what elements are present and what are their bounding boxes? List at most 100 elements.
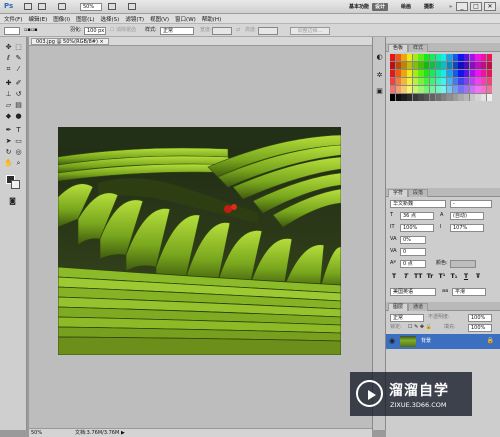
color-swatch[interactable] (407, 93, 413, 101)
color-swatch[interactable] (446, 93, 453, 101)
color-swatch[interactable] (424, 69, 430, 78)
feather-input[interactable]: 100 px (84, 27, 106, 35)
color-swatch[interactable] (475, 85, 481, 94)
color-swatch[interactable] (412, 77, 418, 86)
color-swatch[interactable] (475, 54, 481, 62)
color-swatch[interactable] (424, 77, 430, 86)
color-swatch[interactable] (475, 69, 481, 78)
font-size-input[interactable]: 36 点 (400, 212, 434, 220)
color-swatch[interactable] (446, 69, 453, 78)
color-swatch[interactable] (435, 85, 441, 94)
color-swatch[interactable] (458, 77, 464, 86)
color-swatch[interactable] (481, 85, 487, 94)
vertical-scale-input[interactable]: 100% (400, 224, 434, 232)
view-extras-icon[interactable] (58, 3, 66, 10)
color-swatch[interactable] (395, 69, 401, 78)
close-button[interactable]: ✕ (484, 2, 496, 11)
color-swatch[interactable] (435, 93, 441, 101)
menu-file[interactable]: 文件(F) (4, 15, 22, 23)
menu-window[interactable]: 窗口(W) (175, 15, 196, 23)
document-tab-close-icon[interactable]: × (100, 39, 104, 45)
color-swatch[interactable] (418, 77, 424, 86)
text-color-swatch[interactable] (450, 260, 476, 268)
arrange-documents-icon[interactable] (108, 3, 116, 10)
antialias-select[interactable]: 平滑 (452, 288, 486, 296)
dodge-icon[interactable]: ● (14, 112, 23, 121)
menu-edit[interactable]: 编辑(E) (28, 15, 47, 23)
color-swatch[interactable] (452, 54, 458, 62)
workspace-essentials[interactable]: 基本功能 (346, 3, 372, 11)
color-swatch[interactable] (412, 85, 418, 94)
color-swatch[interactable] (395, 61, 401, 70)
color-swatch[interactable] (424, 61, 430, 70)
layer-row-background[interactable]: ◉ 背景 🔒 (386, 334, 500, 349)
color-swatch[interactable] (407, 61, 413, 70)
color-swatch[interactable] (418, 54, 424, 62)
color-swatch[interactable] (412, 93, 418, 101)
antialias-checkbox[interactable]: ☐ (110, 27, 114, 34)
color-swatch[interactable] (435, 77, 441, 86)
menu-filter[interactable]: 滤镜(T) (125, 15, 144, 23)
color-swatch[interactable] (441, 77, 447, 86)
style-select[interactable]: 正常 (160, 27, 194, 35)
visibility-eye-icon[interactable]: ◉ (389, 337, 395, 345)
color-swatch[interactable] (452, 77, 458, 86)
color-swatch[interactable] (418, 61, 424, 70)
color-swatch[interactable] (464, 54, 470, 62)
quick-select-icon[interactable]: ✎ (14, 54, 23, 63)
color-swatch[interactable] (412, 69, 418, 78)
background-color-swatch[interactable] (11, 180, 20, 189)
color-swatch[interactable] (429, 77, 436, 86)
color-swatch[interactable] (475, 77, 481, 86)
color-swatch[interactable] (464, 85, 470, 94)
color-swatch[interactable] (441, 69, 447, 78)
adjustments-panel-icon[interactable]: ✲ (375, 71, 384, 80)
workspace-more-button[interactable]: » (446, 3, 455, 11)
color-swatch[interactable] (441, 93, 447, 101)
color-swatch[interactable] (407, 69, 413, 78)
menu-select[interactable]: 选择(S) (101, 15, 120, 23)
workspace-painting[interactable]: 绘画 (398, 3, 414, 11)
color-swatch[interactable] (452, 61, 458, 70)
zoom-icon[interactable]: ⌕ (14, 159, 23, 168)
color-swatch[interactable] (401, 61, 407, 70)
tab-character[interactable]: 字符 (388, 189, 409, 197)
color-swatch[interactable] (395, 93, 401, 101)
color-swatch[interactable] (418, 69, 424, 78)
color-swatch[interactable] (407, 54, 413, 62)
small-caps-button[interactable]: Tr (426, 273, 434, 281)
faux-italic-button[interactable]: T (402, 273, 410, 281)
language-select[interactable]: 美国英语 (390, 288, 436, 296)
color-swatch[interactable] (418, 85, 424, 94)
lock-icons[interactable]: ☐ ✎ ✥ 🔒 (408, 324, 432, 332)
hand-icon[interactable]: ✋ (4, 159, 13, 168)
color-swatch[interactable] (401, 93, 407, 101)
tab-paragraph[interactable]: 段落 (408, 189, 429, 197)
color-swatch[interactable] (469, 61, 475, 70)
color-swatch[interactable] (435, 69, 441, 78)
color-swatch[interactable] (429, 85, 436, 94)
maximize-button[interactable]: □ (470, 2, 482, 11)
color-swatch[interactable] (429, 54, 436, 62)
horizontal-scale-input[interactable]: 107% (450, 224, 484, 232)
color-swatch[interactable] (486, 85, 492, 94)
tab-channels[interactable]: 通道 (408, 303, 429, 311)
mini-bridge-icon[interactable] (38, 3, 46, 10)
fill-input[interactable]: 100% (468, 324, 492, 332)
color-swatch[interactable] (424, 54, 430, 62)
zoom-level-select[interactable]: 50% (80, 3, 102, 11)
color-swatch[interactable] (486, 54, 492, 62)
color-swatch[interactable] (395, 85, 401, 94)
crop-icon[interactable]: ⌗ (4, 65, 13, 74)
color-swatch[interactable] (464, 69, 470, 78)
all-caps-button[interactable]: TT (414, 273, 422, 281)
tab-layers[interactable]: 图层 (388, 303, 409, 311)
color-swatch[interactable] (401, 54, 407, 62)
color-swatch[interactable] (446, 61, 453, 70)
faux-bold-button[interactable]: T (390, 273, 398, 281)
status-arrow-icon[interactable]: ▶ (121, 429, 125, 437)
color-swatch[interactable] (458, 93, 464, 101)
menu-image[interactable]: 图像(I) (53, 15, 70, 23)
quick-mask-icon[interactable]: ◙ (8, 197, 17, 206)
color-swatch[interactable] (390, 93, 396, 101)
